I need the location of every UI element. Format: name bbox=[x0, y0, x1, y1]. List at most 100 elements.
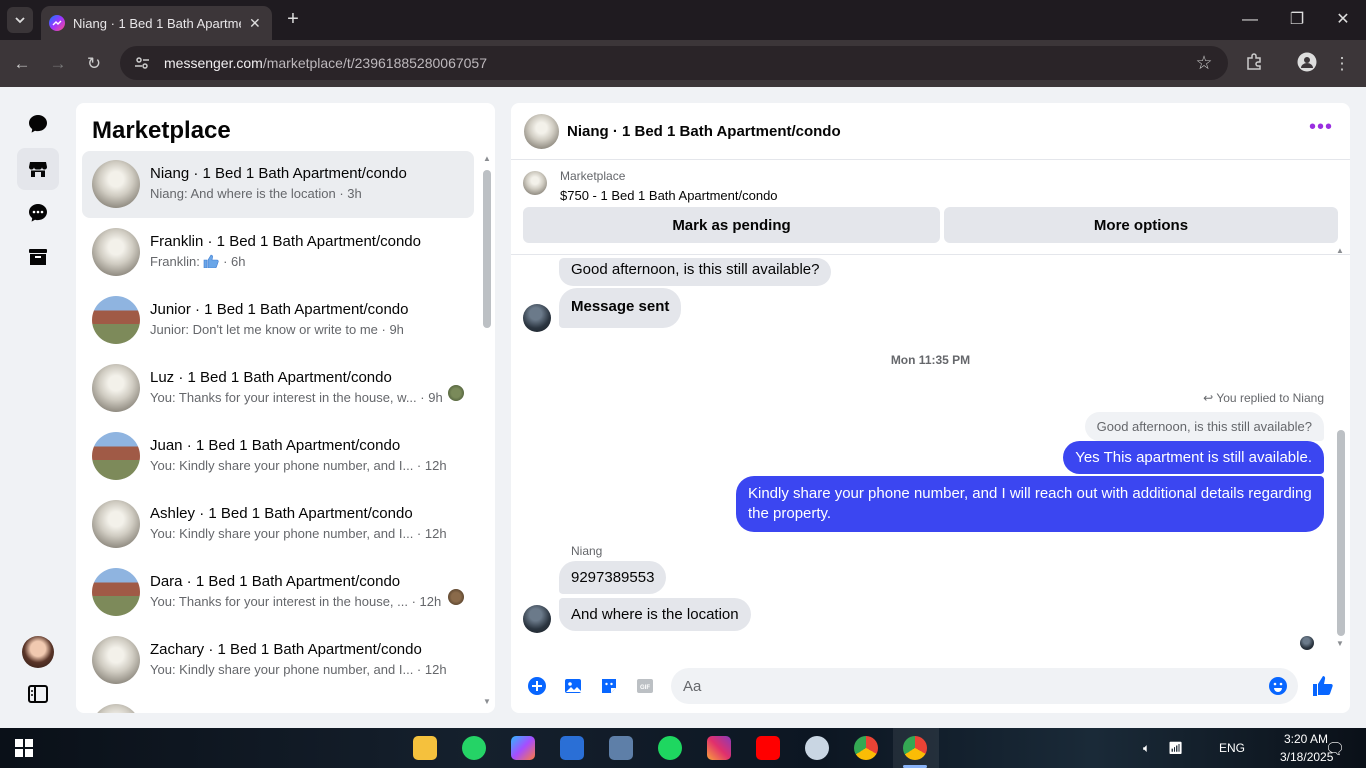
extensions-icon[interactable] bbox=[1242, 52, 1266, 76]
read-receipt-avatar bbox=[1300, 636, 1314, 650]
conversation-item[interactable]: Zachary · 1 Bed 1 Bath Apartment/condo Y… bbox=[82, 627, 474, 694]
url-text[interactable]: messenger.com/marketplace/t/239618852800… bbox=[164, 55, 487, 71]
conversation-snippet: You: Kindly share your phone number, and… bbox=[150, 526, 447, 541]
message-input[interactable] bbox=[683, 677, 1243, 695]
scroll-down-icon[interactable]: ▼ bbox=[483, 697, 491, 706]
more-options-icon[interactable]: ••• bbox=[1308, 117, 1334, 141]
emoji-icon[interactable] bbox=[1268, 676, 1288, 701]
conversation-name: Franklin · 1 Bed 1 Bath Apartment/condo bbox=[150, 233, 421, 250]
chat-scroll-up-icon[interactable]: ▲ bbox=[1336, 246, 1344, 255]
gif-icon[interactable]: GIF bbox=[631, 672, 659, 700]
seen-avatar bbox=[448, 385, 464, 401]
mark-as-pending-button[interactable]: Mark as pending bbox=[523, 207, 940, 243]
windows-start-icon[interactable] bbox=[15, 739, 33, 762]
conversation-item[interactable]: Niang · 1 Bed 1 Bath Apartment/condo Nia… bbox=[82, 151, 474, 218]
listing-thumbnail[interactable] bbox=[523, 171, 547, 195]
message-requests-nav-icon[interactable] bbox=[22, 197, 54, 229]
language-indicator[interactable]: ENG bbox=[1219, 741, 1245, 755]
conversation-name: Juan · 1 Bed 1 Bath Apartment/condo bbox=[150, 437, 401, 454]
windows-taskbar: 🔈︎ 📶︎ ENG 3:20 AM 3/18/2025 🗨︎ bbox=[0, 728, 1366, 768]
youtube-icon[interactable] bbox=[756, 736, 780, 760]
browser-nav-bar: ← → ↻ messenger.com/marketplace/t/239618… bbox=[0, 40, 1366, 87]
reload-icon[interactable]: ↻ bbox=[82, 52, 106, 76]
chat-scroll-down-icon[interactable]: ▼ bbox=[1336, 639, 1344, 648]
conversation-item[interactable]: Ashley · 1 Bed 1 Bath Apartment/condo Yo… bbox=[82, 491, 474, 558]
conversation-item[interactable] bbox=[82, 695, 474, 713]
browser-tab[interactable]: Niang · 1 Bed 1 Bath Apartment/condo ✕ bbox=[41, 6, 272, 40]
thumbs-up-icon bbox=[204, 254, 220, 269]
send-like-icon[interactable] bbox=[1309, 672, 1337, 700]
bookmark-star-icon[interactable]: ☆ bbox=[1192, 52, 1216, 76]
messenger-page: Marketplace Niang · 1 Bed 1 Bath Apartme… bbox=[0, 87, 1366, 728]
reply-indicator: ↩ You replied to Niang bbox=[1203, 391, 1324, 405]
listing-title[interactable]: $750 - 1 Bed 1 Bath Apartment/condo bbox=[560, 188, 778, 203]
clock-time[interactable]: 3:20 AM bbox=[1284, 732, 1328, 746]
sticker-icon[interactable] bbox=[595, 672, 623, 700]
incoming-message: Message sent bbox=[559, 288, 682, 328]
close-window-icon[interactable]: ✕ bbox=[1331, 8, 1355, 32]
message-timestamp: Mon 11:35 PM bbox=[890, 353, 971, 367]
volume-icon[interactable]: 🔈︎ bbox=[1143, 741, 1150, 756]
conversation-item[interactable]: Junior · 1 Bed 1 Bath Apartment/condo Ju… bbox=[82, 287, 474, 354]
chrome-active-icon[interactable] bbox=[903, 736, 927, 760]
instagram-icon[interactable] bbox=[707, 736, 731, 760]
notifications-icon[interactable]: 🗨︎ bbox=[1325, 739, 1345, 759]
file-explorer-icon[interactable] bbox=[413, 736, 437, 760]
chat-header: Niang · 1 Bed 1 Bath Apartment/condo ••• bbox=[511, 103, 1350, 160]
close-tab-icon[interactable]: ✕ bbox=[249, 15, 261, 32]
more-options-button[interactable]: More options bbox=[944, 207, 1338, 243]
profile-icon[interactable] bbox=[1295, 52, 1319, 76]
copilot-icon[interactable] bbox=[511, 736, 535, 760]
incoming-message: 9297389553 bbox=[559, 561, 667, 594]
network-icon[interactable]: 📶︎ bbox=[1168, 741, 1183, 755]
browser-menu-icon[interactable]: ⋮ bbox=[1330, 52, 1354, 76]
restore-icon[interactable]: ❐ bbox=[1285, 8, 1309, 32]
reply-arrow-icon: ↩ bbox=[1203, 391, 1214, 405]
conversation-snippet: Niang: And where is the location · 3h bbox=[150, 186, 362, 201]
tab-search-dropdown[interactable] bbox=[7, 7, 33, 33]
attach-photo-icon[interactable] bbox=[559, 672, 587, 700]
spotify-icon[interactable] bbox=[658, 736, 682, 760]
back-icon[interactable]: ← bbox=[10, 52, 34, 76]
message-area: Good afternoon, is this still available?… bbox=[511, 256, 1350, 656]
conversation-snippet: Junior: Don't let me know or write to me… bbox=[150, 322, 404, 337]
address-bar[interactable]: messenger.com/marketplace/t/239618852800… bbox=[120, 46, 1228, 80]
chat-avatar[interactable] bbox=[524, 114, 559, 149]
conversation-list-panel: Marketplace Niang · 1 Bed 1 Bath Apartme… bbox=[76, 103, 495, 713]
conversation-item[interactable]: Juan · 1 Bed 1 Bath Apartment/condo You:… bbox=[82, 423, 474, 490]
photoshop-icon[interactable] bbox=[609, 736, 633, 760]
paint-icon[interactable] bbox=[805, 736, 829, 760]
new-tab-icon[interactable]: + bbox=[282, 8, 304, 30]
sender-avatar[interactable] bbox=[523, 605, 551, 633]
archive-nav-icon[interactable] bbox=[22, 241, 54, 273]
chat-panel: Niang · 1 Bed 1 Bath Apartment/condo •••… bbox=[511, 103, 1350, 713]
browser-tab-bar: Niang · 1 Bed 1 Bath Apartment/condo ✕ +… bbox=[0, 0, 1366, 40]
sender-name: Niang bbox=[571, 544, 603, 558]
svg-text:GIF: GIF bbox=[640, 685, 650, 691]
scroll-up-icon[interactable]: ▲ bbox=[483, 154, 491, 163]
tab-title: Niang · 1 Bed 1 Bath Apartment/condo bbox=[73, 15, 241, 31]
chat-title[interactable]: Niang · 1 Bed 1 Bath Apartment/condo bbox=[567, 123, 841, 140]
list-scrollbar[interactable] bbox=[483, 170, 491, 328]
add-more-icon[interactable] bbox=[523, 672, 551, 700]
incoming-message: And where is the location bbox=[559, 598, 751, 631]
chats-nav-icon[interactable] bbox=[22, 108, 54, 140]
user-avatar[interactable] bbox=[22, 636, 54, 668]
whatsapp-icon[interactable] bbox=[462, 736, 486, 760]
quoted-message[interactable]: Good afternoon, is this still available? bbox=[1084, 412, 1324, 441]
conversation-item[interactable]: Luz · 1 Bed 1 Bath Apartment/condo You: … bbox=[82, 355, 474, 422]
site-info-icon[interactable] bbox=[134, 55, 150, 71]
minimize-icon[interactable]: — bbox=[1238, 8, 1262, 32]
conversation-item[interactable]: Franklin · 1 Bed 1 Bath Apartment/condo … bbox=[82, 219, 474, 286]
chat-scrollbar[interactable] bbox=[1337, 430, 1345, 636]
marketplace-nav-icon[interactable] bbox=[17, 148, 59, 190]
collapse-sidebar-icon[interactable] bbox=[22, 678, 54, 710]
sender-avatar[interactable] bbox=[523, 304, 551, 332]
conversation-snippet: You: Thanks for your interest in the hou… bbox=[150, 594, 442, 609]
conversation-item[interactable]: Dara · 1 Bed 1 Bath Apartment/condo You:… bbox=[82, 559, 474, 626]
forward-icon[interactable]: → bbox=[46, 52, 70, 76]
chrome-icon[interactable] bbox=[854, 736, 878, 760]
composer: GIF bbox=[511, 663, 1350, 713]
conversation-avatar bbox=[92, 704, 140, 713]
microsoft-store-icon[interactable] bbox=[560, 736, 584, 760]
